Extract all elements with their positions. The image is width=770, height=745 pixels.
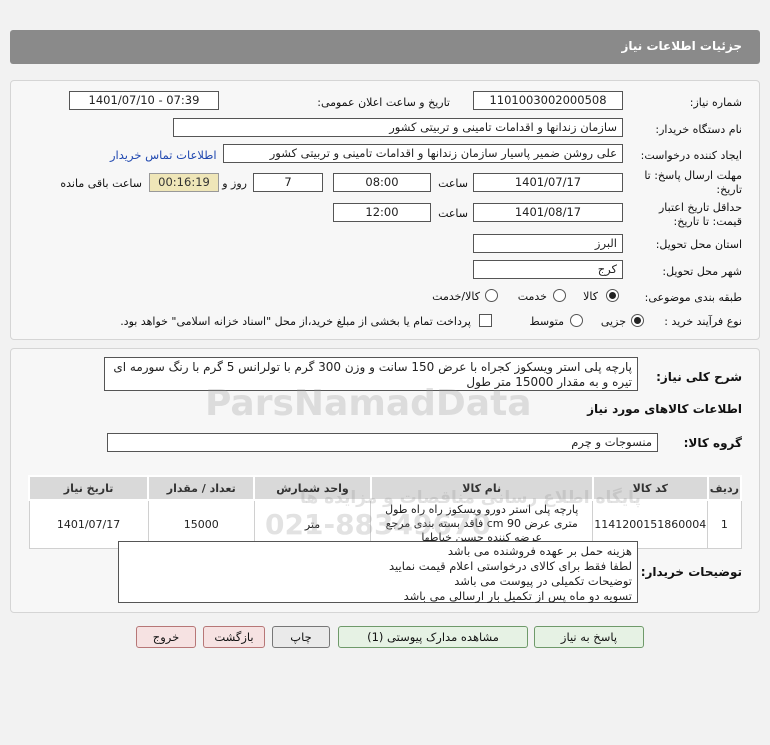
print-button[interactable]: چاپ xyxy=(272,626,330,648)
deadline-hour-label: ساعت xyxy=(438,177,468,190)
goods-group-label: گروه کالا: xyxy=(683,436,742,450)
buyer-notes-label: توضیحات خریدار: xyxy=(640,565,742,579)
col-name: نام کالا xyxy=(369,475,594,501)
reply-button[interactable]: پاسخ به نیاز xyxy=(534,626,644,648)
creator-field[interactable]: علی روشن ضمیر پاسیار سازمان زندانها و اق… xyxy=(223,144,623,163)
attachments-button[interactable]: مشاهده مدارک پیوستی (1) xyxy=(338,626,528,648)
process-minor-label: جزیی xyxy=(600,315,626,328)
province-field[interactable]: البرز xyxy=(473,234,623,253)
col-date: تاریخ نیاز xyxy=(27,475,150,501)
province-label: استان محل تحویل: xyxy=(655,238,742,251)
buyer-note-line: لطفا فقط برای کالای درخواستی اعلام قیمت … xyxy=(389,559,632,573)
process-minor-radio[interactable] xyxy=(631,314,644,327)
buyer-notes-box: هزینه حمل بر عهده فروشنده می باشد لطفا ف… xyxy=(118,541,638,603)
header-bar: جزئیات اطلاعات نیاز xyxy=(10,30,760,64)
validity-label-date: قیمت: تا تاریخ: xyxy=(673,215,742,228)
remaining-label: ساعت باقی مانده xyxy=(60,177,142,190)
description-box: پارچه پلی استر ویسکوز کجراه با عرض 150 س… xyxy=(104,357,638,391)
deadline-date-field[interactable]: 1401/07/17 xyxy=(473,173,623,192)
buyer-org-label: نام دستگاه خریدار: xyxy=(655,123,742,136)
buyer-org-field[interactable]: سازمان زندانها و اقدامات تامینی و تربیتی… xyxy=(173,118,623,137)
city-field[interactable]: کرج xyxy=(473,260,623,279)
process-medium-label: متوسط xyxy=(529,315,564,328)
announce-field[interactable]: 1401/07/10 - 07:39 xyxy=(69,91,219,110)
exit-button[interactable]: خروج xyxy=(136,626,196,648)
goods-table: ردیف کد کالا نام کالا واحد شمارش تعداد /… xyxy=(27,475,743,549)
days-label: روز و xyxy=(222,177,247,190)
col-code: کد کالا xyxy=(591,475,709,501)
col-qty: تعداد / مقدار xyxy=(147,475,256,501)
validity-date-field[interactable]: 1401/08/17 xyxy=(473,203,623,222)
process-medium-radio[interactable] xyxy=(570,314,583,327)
row-index: 1 xyxy=(707,499,742,549)
city-label: شهر محل تحویل: xyxy=(662,265,742,278)
goods-group-field[interactable]: منسوجات و چرم xyxy=(107,433,658,452)
validity-label: حداقل تاریخ اعتبار xyxy=(658,201,742,214)
announce-label: تاریخ و ساعت اعلان عمومی: xyxy=(317,96,450,109)
category-service-radio[interactable] xyxy=(553,289,566,302)
category-label: طبقه بندی موضوعی: xyxy=(644,291,742,304)
buyer-note-line: توضیحات تکمیلی در پیوست می باشد xyxy=(454,574,632,588)
treasury-checkbox[interactable] xyxy=(479,314,492,327)
category-service-label: خدمت xyxy=(517,290,547,303)
deadline-label-date: تاریخ: xyxy=(716,183,742,196)
deadline-time-field[interactable]: 08:00 xyxy=(333,173,431,192)
col-index: ردیف xyxy=(706,475,743,501)
validity-hour-label: ساعت xyxy=(438,207,468,220)
page-title: جزئیات اطلاعات نیاز xyxy=(621,39,742,53)
validity-time-field[interactable]: 12:00 xyxy=(333,203,431,222)
buyer-contact-link[interactable]: اطلاعات تماس خریدار xyxy=(110,148,217,162)
category-goods-radio[interactable] xyxy=(606,289,619,302)
col-unit: واحد شمارش xyxy=(253,475,372,501)
category-goods-label: کالا xyxy=(583,290,598,303)
description-label: شرح کلی نیاز: xyxy=(656,370,742,384)
remaining-time-field: 00:16:19 xyxy=(149,173,219,192)
buyer-note-line: هزینه حمل بر عهده فروشنده می باشد xyxy=(447,544,632,558)
buyer-note-line: تسویه دو ماه پس از تکمیل بار ارسالی می ب… xyxy=(403,589,632,603)
days-field[interactable]: 7 xyxy=(253,173,323,192)
creator-label: ایجاد کننده درخواست: xyxy=(640,149,742,162)
treasury-note: پرداخت تمام یا بخشی از مبلغ خرید،از محل … xyxy=(120,315,471,328)
table-header-row: ردیف کد کالا نام کالا واحد شمارش تعداد /… xyxy=(27,475,743,501)
process-label: نوع فرآیند خرید : xyxy=(664,315,742,328)
back-button[interactable]: بازگشت xyxy=(203,626,265,648)
category-both-label: کالا/خدمت xyxy=(432,290,480,303)
need-number-field[interactable]: 1101003002000508 xyxy=(473,91,623,110)
category-both-radio[interactable] xyxy=(485,289,498,302)
deadline-label: مهلت ارسال پاسخ: تا xyxy=(644,169,742,182)
need-number-label: شماره نیاز: xyxy=(689,96,742,109)
goods-section-title: اطلاعات کالاهای مورد نیاز xyxy=(587,402,742,416)
